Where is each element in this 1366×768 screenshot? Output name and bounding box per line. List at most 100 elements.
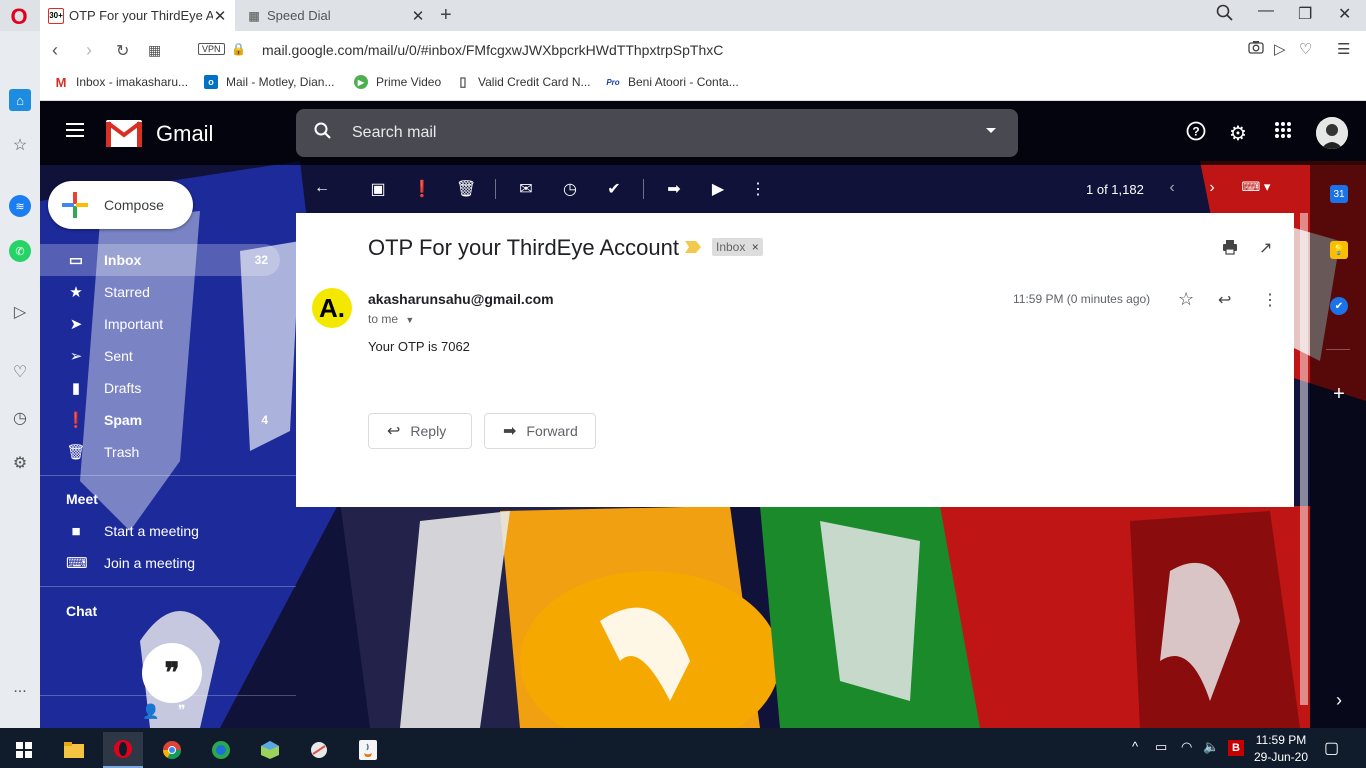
- star-icon[interactable]: ☆: [1178, 289, 1194, 310]
- main-menu-icon[interactable]: [66, 123, 84, 137]
- tab-speed-dial[interactable]: ▦ Speed Dial ✕: [238, 0, 433, 31]
- more-options-icon[interactable]: ⋮: [748, 179, 768, 199]
- nav-spam[interactable]: ❗ Spam 4: [40, 404, 280, 436]
- compose-button[interactable]: Compose: [48, 181, 193, 229]
- scrollbar-thumb[interactable]: [1300, 213, 1308, 705]
- print-icon[interactable]: [1222, 239, 1238, 260]
- add-to-tasks-icon[interactable]: ✔: [604, 179, 624, 199]
- file-explorer-icon[interactable]: [54, 732, 94, 768]
- show-side-panel-chevron-icon[interactable]: ›: [1330, 690, 1348, 710]
- calendar-icon[interactable]: 31: [1330, 185, 1348, 203]
- reply-icon[interactable]: ↩: [1218, 290, 1231, 310]
- report-spam-icon[interactable]: ❗: [412, 179, 432, 199]
- keep-icon[interactable]: 💡: [1330, 241, 1348, 259]
- show-hidden-icons-chevron-icon[interactable]: ^: [1132, 739, 1138, 754]
- volume-icon[interactable]: 🔈: [1203, 739, 1219, 755]
- search-icon[interactable]: [314, 122, 332, 145]
- gmail-logo-icon[interactable]: [106, 120, 142, 147]
- get-addons-plus-icon[interactable]: +: [1330, 383, 1348, 405]
- gmail-wordmark[interactable]: Gmail: [156, 121, 213, 147]
- search-bar[interactable]: [296, 109, 1018, 157]
- delete-icon[interactable]: 🗑: [456, 179, 476, 199]
- bookmark-prime-video[interactable]: ▶ Prime Video: [354, 75, 441, 89]
- maximize-icon[interactable]: ❐: [1298, 4, 1312, 24]
- heart-icon[interactable]: ♡: [1299, 40, 1312, 58]
- more-icon[interactable]: ...: [9, 677, 31, 699]
- history-clock-icon[interactable]: ◷: [9, 407, 31, 429]
- tasks-icon[interactable]: ✔: [1330, 297, 1348, 315]
- bookmark-mail-motley[interactable]: o Mail - Motley, Dian...: [204, 75, 334, 89]
- reload-icon[interactable]: ↻: [116, 41, 129, 61]
- bookmark-inbox[interactable]: M Inbox - imakasharu...: [54, 75, 188, 90]
- remove-label-icon[interactable]: ×: [752, 240, 759, 254]
- details-dropdown-icon[interactable]: ▼: [405, 315, 414, 325]
- opera-taskbar-icon[interactable]: [103, 732, 143, 768]
- tabs-grid-icon[interactable]: ▦: [148, 42, 161, 59]
- nav-inbox[interactable]: ▭ Inbox 32: [40, 244, 280, 276]
- easy-setup-icon[interactable]: ☰: [1337, 40, 1350, 58]
- snooze-clock-icon[interactable]: ◷: [560, 179, 580, 199]
- label-tag-icon[interactable]: ▶: [708, 179, 728, 199]
- minimize-icon[interactable]: —: [1258, 2, 1274, 20]
- chrome-icon[interactable]: [152, 732, 192, 768]
- nav-starred[interactable]: ★ Starred: [40, 276, 280, 308]
- settings-gear-icon[interactable]: ⚙: [9, 452, 31, 474]
- start-meeting-link[interactable]: ■ Start a meeting: [40, 515, 280, 547]
- whatsapp-icon[interactable]: ✆: [9, 240, 31, 262]
- new-tab-icon[interactable]: +: [440, 4, 452, 27]
- search-input[interactable]: [352, 121, 952, 145]
- hangouts-quote-icon[interactable]: ❞: [142, 643, 202, 703]
- open-new-window-icon[interactable]: ↗: [1259, 238, 1272, 258]
- back-to-inbox-icon[interactable]: ←: [312, 179, 332, 197]
- wifi-icon[interactable]: ◠: [1181, 739, 1192, 755]
- close-tab-icon[interactable]: ✕: [213, 7, 227, 25]
- help-icon[interactable]: ?: [1186, 121, 1206, 147]
- java-icon[interactable]: [348, 732, 388, 768]
- forward-button[interactable]: ➡ Forward: [484, 413, 596, 449]
- recipient-details[interactable]: to me ▼: [368, 312, 414, 326]
- opera-logo-icon[interactable]: O: [8, 6, 30, 28]
- vpn-badge[interactable]: VPN: [198, 43, 225, 55]
- nav-sent[interactable]: ➢ Sent: [40, 340, 280, 372]
- snipping-tool-icon[interactable]: [299, 732, 339, 768]
- bookmark-beni-atoori[interactable]: Pro Beni Atoori - Conta...: [606, 75, 738, 89]
- forward-icon[interactable]: ›: [86, 40, 92, 61]
- app-cube-icon[interactable]: [250, 732, 290, 768]
- nav-important[interactable]: ➤ Important: [40, 308, 280, 340]
- close-window-icon[interactable]: ✕: [1338, 4, 1351, 24]
- camera-icon[interactable]: [1248, 40, 1264, 58]
- apps-grid-icon[interactable]: [1274, 121, 1292, 145]
- system-clock[interactable]: 11:59 PM 29-Jun-20: [1252, 732, 1310, 766]
- heart-icon[interactable]: ♡: [9, 361, 31, 383]
- search-options-icon[interactable]: [986, 128, 996, 133]
- send-icon[interactable]: ▷: [1274, 40, 1286, 58]
- url-field[interactable]: mail.google.com/mail/u/0/#inbox/FMfcgxwJ…: [262, 42, 723, 58]
- settings-gear-icon[interactable]: ⚙: [1229, 121, 1247, 146]
- mark-unread-icon[interactable]: ✉: [516, 179, 536, 199]
- newer-chevron-icon[interactable]: ‹: [1162, 179, 1182, 197]
- importance-marker-icon[interactable]: [685, 241, 701, 253]
- back-icon[interactable]: ‹: [52, 40, 58, 61]
- messenger-icon[interactable]: ≋: [9, 195, 31, 217]
- edge-icon[interactable]: [201, 732, 241, 768]
- bookmarks-star-icon[interactable]: ☆: [9, 134, 31, 156]
- more-options-icon[interactable]: ⋮: [1262, 290, 1278, 310]
- older-chevron-icon[interactable]: ›: [1202, 179, 1222, 197]
- antivirus-icon[interactable]: B: [1228, 740, 1244, 756]
- lock-icon[interactable]: 🔒: [231, 42, 246, 56]
- search-tabs-icon[interactable]: [1216, 4, 1234, 27]
- join-meeting-link[interactable]: ⌨ Join a meeting: [40, 547, 280, 579]
- message-scrollbar[interactable]: [1298, 213, 1310, 705]
- action-center-icon[interactable]: ▢: [1324, 738, 1339, 758]
- hangouts-icon[interactable]: ❞: [178, 702, 186, 719]
- send-icon[interactable]: ▷: [9, 301, 31, 323]
- bookmark-credit-card[interactable]: ▯ Valid Credit Card N...: [456, 74, 590, 89]
- move-to-icon[interactable]: ➡: [664, 179, 684, 199]
- windows-start-icon[interactable]: [4, 732, 44, 768]
- nav-drafts[interactable]: ▮ Drafts: [40, 372, 280, 404]
- archive-icon[interactable]: ▣: [368, 179, 388, 199]
- sender-email[interactable]: akasharunsahu@gmail.com: [368, 291, 554, 307]
- sender-avatar[interactable]: A.: [312, 288, 352, 328]
- reply-button[interactable]: ↩ Reply: [368, 413, 472, 449]
- contacts-person-icon[interactable]: 👤: [142, 703, 159, 720]
